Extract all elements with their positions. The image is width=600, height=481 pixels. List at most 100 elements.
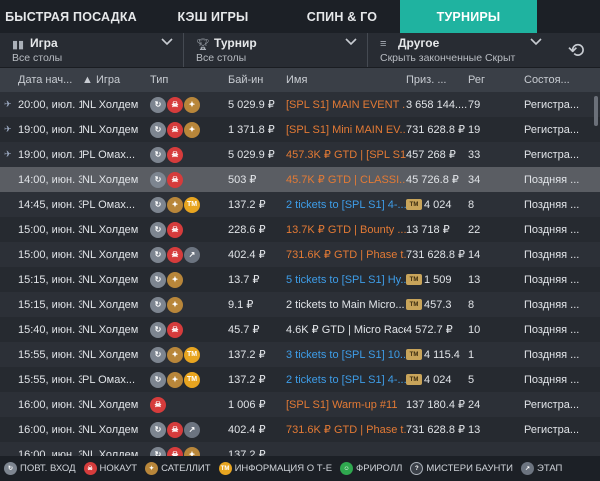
header-buyin[interactable]: Бай-ин bbox=[228, 74, 286, 86]
row-date: 14:45, июн. 30 bbox=[18, 198, 82, 211]
row-prize-cell: 3 658 144.... bbox=[406, 99, 468, 111]
row-prize: 3 658 144.... bbox=[406, 98, 468, 111]
tab-cash-games[interactable]: КЭШ ИГРЫ bbox=[142, 0, 284, 33]
row-registered: 24 bbox=[468, 398, 481, 411]
row-game: NL Холдем bbox=[82, 348, 139, 361]
header-type[interactable]: Тип bbox=[150, 74, 228, 86]
other-filter[interactable]: ≡ Другое Скрыть законченные Скрыт bbox=[368, 33, 552, 67]
game-filter[interactable]: ▮▮ Игра Все столы bbox=[0, 33, 184, 67]
row-prize: 45 726.8 ₽ bbox=[406, 174, 459, 186]
legend-item: ? МИСТЕРИ БАУНТИ bbox=[410, 462, 513, 475]
row-type-icons: ↻ ☠ ✦ bbox=[150, 121, 228, 138]
freeroll-icon: ☺ bbox=[340, 462, 354, 475]
row-name: [SPL S1] Warm-up #11 bbox=[286, 398, 398, 411]
legend-label: ЭТАП bbox=[537, 463, 563, 474]
knockout-icon: ☠ bbox=[167, 171, 183, 188]
row-status: Поздняя ... bbox=[524, 373, 580, 386]
rebuy-icon: ↻ bbox=[150, 321, 166, 338]
table-row[interactable]: 15:55, июн. 30PL Омах...↻✦TM137.2 ₽2 tic… bbox=[0, 367, 600, 392]
row-name: 2 tickets to Main Micro... bbox=[286, 298, 405, 311]
row-type-icons: ↻ ✦ bbox=[150, 296, 228, 313]
row-buyin: 137.2 ₽ bbox=[228, 374, 266, 386]
row-buyin: 9.1 ₽ bbox=[228, 299, 254, 311]
tournament-filter-value: Все столы bbox=[196, 52, 247, 64]
rebuy-icon: ↻ bbox=[150, 371, 166, 388]
header-registered[interactable]: Рег bbox=[468, 74, 524, 86]
table-row[interactable]: ✈19:00, июл. 13PL Омах...↻☠5 029.9 ₽457.… bbox=[0, 142, 600, 167]
satellite-icon: ✦ bbox=[184, 121, 200, 138]
row-date: 15:15, июн. 30 bbox=[18, 298, 82, 311]
row-name: [SPL S1] MAIN EVENT ... bbox=[286, 98, 406, 111]
table-row[interactable]: 14:45, июн. 30PL Омах...↻✦TM137.2 ₽2 tic… bbox=[0, 192, 600, 217]
header-prize[interactable]: Приз. ... bbox=[406, 74, 468, 86]
chevron-down-icon bbox=[530, 37, 542, 49]
table-row[interactable]: 16:00, июн. 30NL Холдем↻☠↗402.4 ₽731.6K … bbox=[0, 417, 600, 442]
table-row[interactable]: 15:00, июн. 30NL Холдем↻☠228.6 ₽13.7K ₽ … bbox=[0, 217, 600, 242]
row-date: 19:00, июл. 12 bbox=[18, 123, 82, 136]
legend-item: ☺ ФРИРОЛЛ bbox=[340, 462, 402, 475]
table-row[interactable]: 15:55, июн. 30NL Холдем↻✦TM137.2 ₽3 tick… bbox=[0, 342, 600, 367]
tab-spin-go[interactable]: СПИН & ГО bbox=[284, 0, 400, 33]
tab-tournaments[interactable]: ТУРНИРЫ bbox=[400, 0, 537, 33]
row-buyin: 503 ₽ bbox=[228, 174, 257, 186]
row-status: Поздняя ... bbox=[524, 298, 580, 311]
rebuy-icon: ↻ bbox=[4, 462, 17, 475]
table-row[interactable]: 15:15, июн. 30NL Холдем↻✦9.1 ₽2 tickets … bbox=[0, 292, 600, 317]
row-game: NL Холдем bbox=[82, 398, 139, 411]
rebuy-icon: ↻ bbox=[150, 296, 166, 313]
satellite-icon: ✦ bbox=[167, 371, 183, 388]
row-game: NL Холдем bbox=[82, 173, 139, 186]
row-prize-cell: 13 718 ₽ bbox=[406, 223, 468, 236]
table-row[interactable]: ✈19:00, июл. 12NL Холдем↻☠✦1 371.8 ₽[SPL… bbox=[0, 117, 600, 142]
refresh-button[interactable]: ⟲ bbox=[552, 33, 600, 67]
row-date: 14:00, июн. 30 bbox=[18, 173, 82, 186]
row-registered: 22 bbox=[468, 223, 481, 236]
row-buyin: 402.4 ₽ bbox=[228, 424, 266, 436]
row-date: 16:00, июн. 30 bbox=[18, 398, 82, 411]
other-filter-value: Скрыть законченные Скрыт bbox=[380, 52, 516, 64]
row-game: NL Холдем bbox=[82, 323, 139, 336]
row-date: 15:15, июн. 30 bbox=[18, 273, 82, 286]
row-game: NL Холдем bbox=[82, 273, 139, 286]
table-row[interactable]: ✈20:00, июл. 12NL Холдем↻☠✦5 029.9 ₽[SPL… bbox=[0, 92, 600, 117]
rebuy-icon: ↻ bbox=[150, 221, 166, 238]
pin-icon: ✈ bbox=[4, 99, 12, 109]
row-date: 19:00, июл. 13 bbox=[18, 148, 82, 161]
row-registered: 5 bbox=[468, 373, 475, 386]
row-type-icons: ↻ ✦ TM bbox=[150, 346, 228, 363]
row-status: Поздняя ... bbox=[524, 198, 580, 211]
table-row[interactable]: 14:00, июн. 30NL Холдем↻☠503 ₽45.7K ₽ GT… bbox=[0, 167, 600, 192]
tab-quick-seat[interactable]: БЫСТРАЯ ПОСАДКА bbox=[0, 0, 142, 33]
row-date: 15:00, июн. 30 bbox=[18, 248, 82, 261]
rebuy-icon: ↻ bbox=[150, 346, 166, 363]
game-filter-value: Все столы bbox=[12, 52, 63, 64]
header-start-date[interactable]: Дата нач... bbox=[18, 74, 82, 86]
header-name[interactable]: Имя bbox=[286, 74, 406, 86]
row-type-icons: ↻ ☠ ↗ bbox=[150, 246, 228, 263]
row-type-icons: ↻ ☠ bbox=[150, 146, 228, 163]
row-prize-cell: TM 1 509 bbox=[406, 274, 468, 286]
row-buyin: 45.7 ₽ bbox=[228, 324, 260, 336]
row-registered: 8 bbox=[468, 198, 475, 211]
scrollbar[interactable] bbox=[594, 96, 598, 126]
row-prize: 1 509 bbox=[424, 273, 452, 286]
rebuy-icon: ↻ bbox=[150, 196, 166, 213]
legend-item: ↗ ЭТАП bbox=[521, 462, 562, 475]
row-date: 20:00, июл. 12 bbox=[18, 98, 82, 111]
knockout-icon: ☠ bbox=[167, 121, 183, 138]
chevron-down-icon bbox=[161, 37, 173, 49]
row-buyin: 5 029.9 ₽ bbox=[228, 99, 275, 111]
tournament-filter[interactable]: 🏆︎ Турнир Все столы bbox=[184, 33, 368, 67]
table-row[interactable]: 16:00, июн. 30NL Холдем ☠ 1 006 ₽ [SPL S1] … bbox=[0, 392, 600, 417]
row-type-icons: ↻ ✦ bbox=[150, 271, 228, 288]
row-prize: 731 628.8 ₽ bbox=[406, 424, 465, 436]
row-prize: 731 628.8 ₽ bbox=[406, 249, 465, 261]
header-status[interactable]: Состоя... bbox=[524, 74, 590, 86]
row-registered: 13 bbox=[468, 423, 481, 436]
table-row[interactable]: 15:15, июн. 30NL Холдем↻✦13.7 ₽5 tickets… bbox=[0, 267, 600, 292]
satellite-icon: ✦ bbox=[184, 96, 200, 113]
table-row[interactable]: 15:40, июн. 30NL Холдем↻☠45.7 ₽4.6K ₽ GT… bbox=[0, 317, 600, 342]
row-prize-cell: 731 628.8 ₽ bbox=[406, 123, 468, 136]
table-row[interactable]: 15:00, июн. 30NL Холдем↻☠↗402.4 ₽731.6K … bbox=[0, 242, 600, 267]
header-game[interactable]: ▲ Игра bbox=[82, 74, 150, 86]
